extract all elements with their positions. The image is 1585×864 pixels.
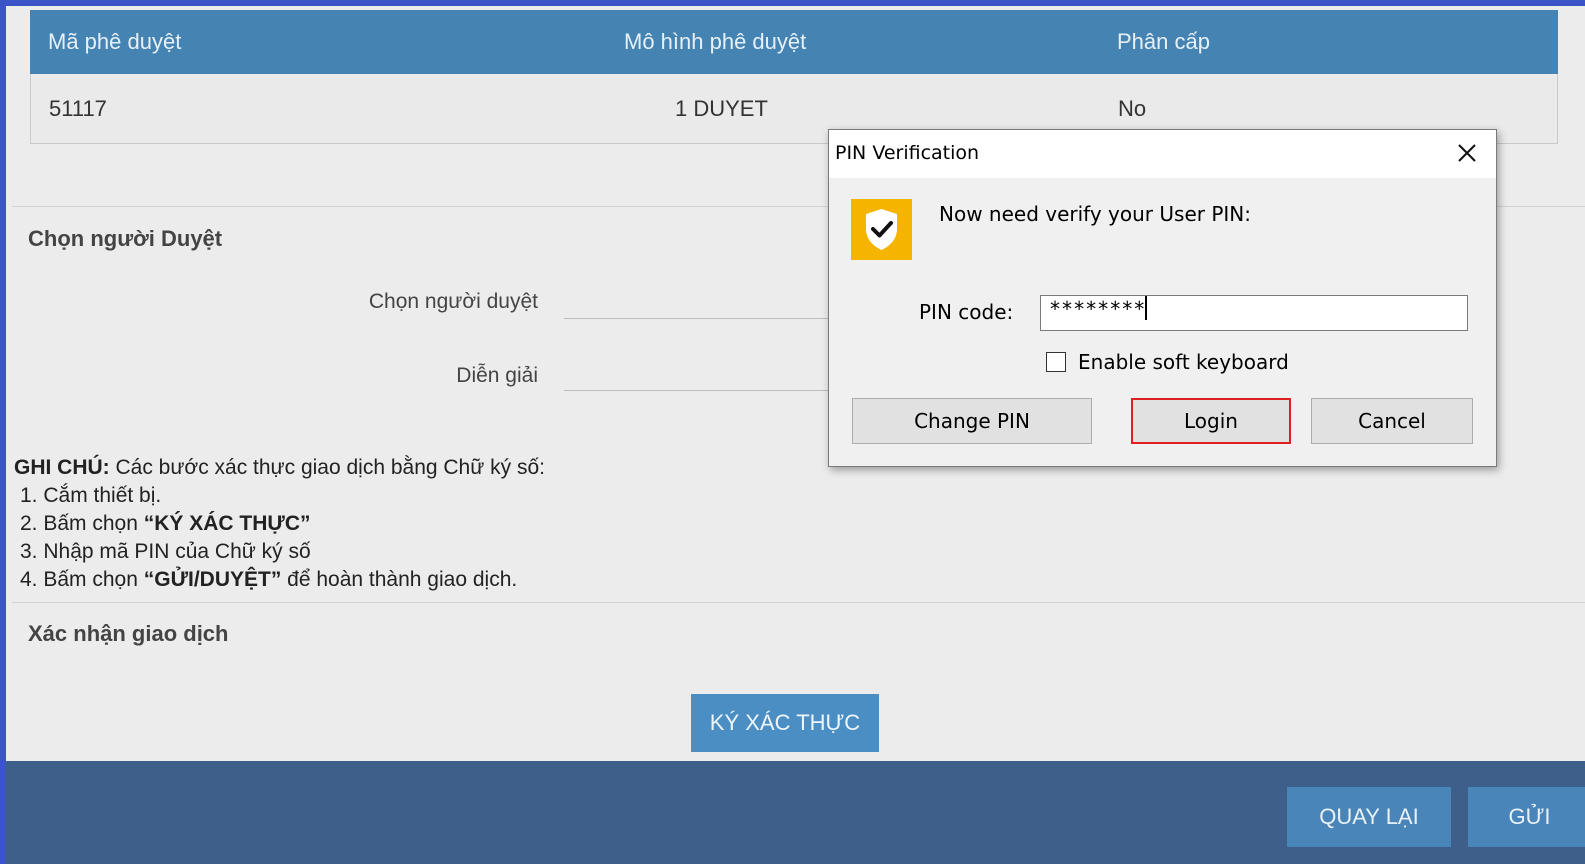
shield-check-icon — [851, 199, 912, 260]
footer-bar: QUAY LẠI GỬI — [6, 761, 1585, 864]
login-button[interactable]: Login — [1131, 398, 1291, 444]
description-label: Diễn giải — [456, 364, 538, 387]
approval-table: Mã phê duyệt Mô hình phê duyệt Phân cấp … — [30, 10, 1558, 144]
back-button[interactable]: QUAY LẠI — [1287, 787, 1451, 847]
approver-select[interactable] — [564, 318, 834, 319]
cancel-button[interactable]: Cancel — [1311, 398, 1473, 444]
table-header: Mã phê duyệt Mô hình phê duyệt Phân cấp — [30, 10, 1558, 74]
note-intro: Các bước xác thực giao dịch bằng Chữ ký … — [109, 456, 545, 479]
pin-code-label: PIN code: — [919, 300, 1014, 324]
pin-verification-dialog: PIN Verification Now need verify your Us… — [828, 129, 1497, 467]
cell-hierarchy: No — [1118, 95, 1147, 121]
approver-label: Chọn người duyệt — [368, 290, 538, 313]
note-heading: GHI CHÚ: — [14, 456, 110, 479]
close-icon[interactable] — [1452, 138, 1482, 168]
dialog-titlebar: PIN Verification — [829, 130, 1496, 178]
pin-code-value: ******** — [1049, 297, 1146, 321]
pin-code-input[interactable]: ******** — [1040, 295, 1468, 331]
note-block: GHI CHÚ: Các bước xác thực giao dịch bằn… — [14, 454, 545, 594]
dialog-message: Now need verify your User PIN: — [939, 202, 1251, 226]
change-pin-button[interactable]: Change PIN — [852, 398, 1092, 444]
note-step-3: 3. Nhập mã PIN của Chữ ký số — [20, 540, 311, 563]
note-step-4-suffix: để hoàn thành giao dịch. — [281, 568, 518, 591]
note-step-1: 1. Cắm thiết bị. — [20, 484, 162, 507]
cell-approval-model: 1 DUYET — [675, 95, 768, 121]
header-hierarchy: Phân cấp — [1117, 29, 1210, 54]
cell-approval-code: 51117 — [49, 95, 107, 121]
header-approval-model: Mô hình phê duyệt — [624, 29, 807, 54]
description-input[interactable] — [564, 390, 834, 391]
sign-verify-button[interactable]: KÝ XÁC THỰC — [691, 694, 879, 752]
section-divider — [12, 602, 1585, 603]
note-step-2-prefix: 2. Bấm chọn — [20, 512, 144, 535]
note-step-4-prefix: 4. Bấm chọn — [20, 568, 144, 591]
header-approval-code: Mã phê duyệt — [48, 29, 182, 54]
send-button[interactable]: GỬI — [1468, 787, 1585, 847]
note-step-2-bold: “KÝ XÁC THỰC” — [143, 512, 311, 535]
checkbox-box[interactable] — [1046, 352, 1066, 372]
soft-keyboard-checkbox[interactable]: Enable soft keyboard — [1046, 350, 1289, 374]
approver-section-title: Chọn người Duyệt — [28, 226, 223, 251]
note-step-4-bold: “GỬI/DUYỆT” — [143, 568, 282, 591]
text-caret — [1145, 296, 1148, 320]
confirm-section-title: Xác nhận giao dịch — [28, 621, 229, 646]
soft-keyboard-label: Enable soft keyboard — [1078, 350, 1289, 374]
dialog-title: PIN Verification — [835, 142, 980, 164]
